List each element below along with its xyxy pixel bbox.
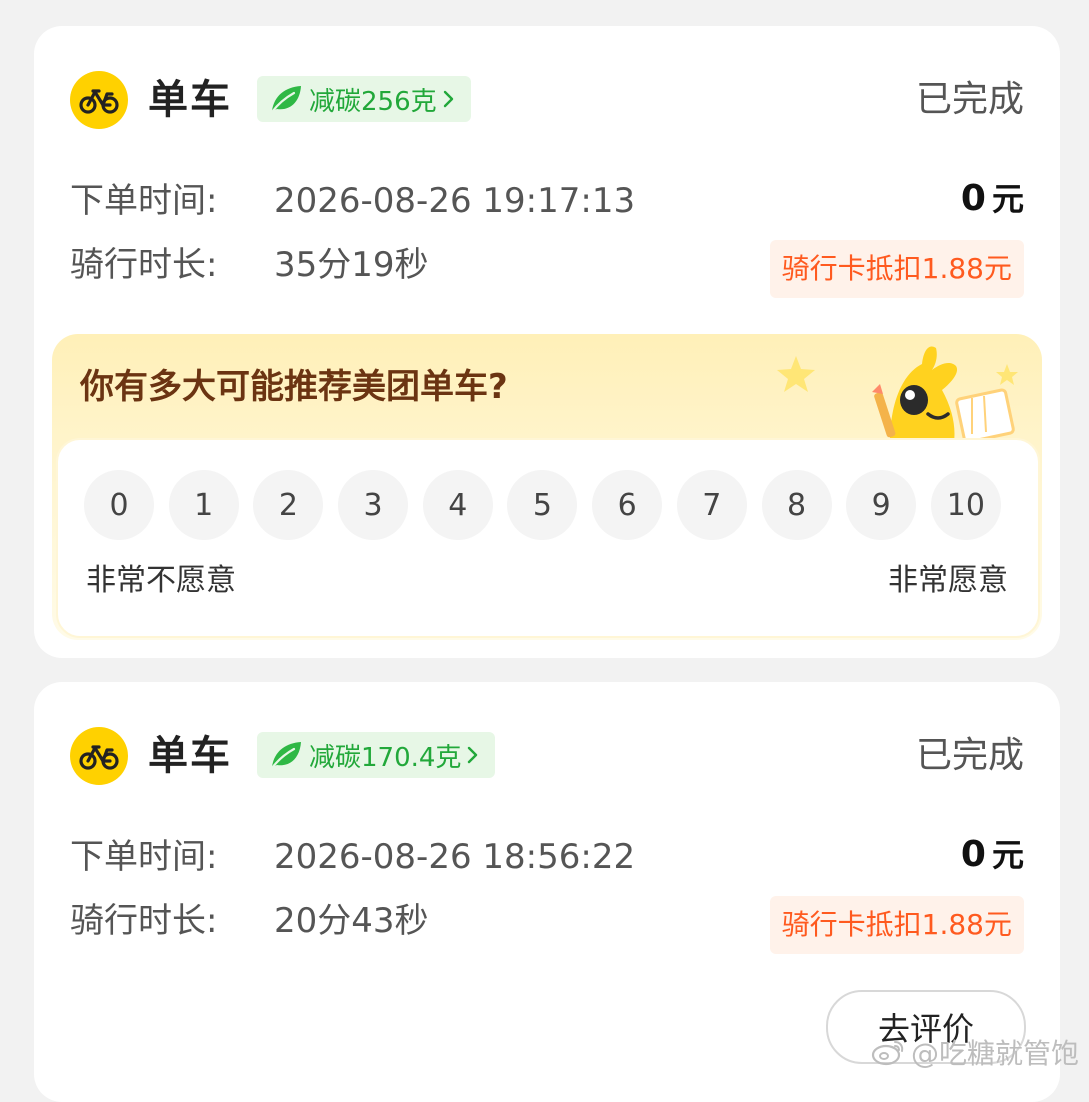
ride-duration-row: 骑行时长: 20分43秒 xyxy=(70,896,429,946)
ride-card-discount: 骑行卡抵扣1.88元 xyxy=(769,240,1024,298)
order-time-label: 下单时间: xyxy=(70,837,218,877)
survey-score-panel: 0 1 2 3 4 5 6 7 8 9 10 非常不愿意 非常愿意 xyxy=(56,438,1040,638)
order-title: 单车 xyxy=(148,733,232,779)
ride-card-discount: 骑行卡抵扣1.88元 xyxy=(769,896,1024,954)
order-status: 已完成 xyxy=(915,79,1024,120)
order-header: 单车 减碳170.4克 已完成 xyxy=(70,726,1024,786)
score-option-10[interactable]: 10 xyxy=(930,470,1001,540)
order-header: 单车 减碳256克 已完成 xyxy=(70,70,1024,130)
survey-question: 你有多大可能推荐美团单车? xyxy=(80,367,508,407)
score-option-1[interactable]: 1 xyxy=(168,470,239,540)
ride-duration-value: 20分43秒 xyxy=(274,901,429,941)
order-price: 0元 xyxy=(961,174,1024,224)
leaf-icon xyxy=(269,84,303,114)
chevron-right-icon xyxy=(443,89,455,109)
ride-duration-value: 35分19秒 xyxy=(274,245,429,285)
carbon-badge-text: 减碳170.4克 xyxy=(309,742,462,773)
watermark-text: @吃糖就管饱 xyxy=(910,1037,1079,1070)
leaf-icon xyxy=(269,740,303,770)
bike-icon xyxy=(70,727,128,785)
score-option-0[interactable]: 0 xyxy=(84,470,154,540)
carbon-reduction-badge[interactable]: 减碳256克 xyxy=(257,76,471,122)
price-amount: 0 xyxy=(960,834,986,875)
order-time-row: 下单时间: 2026-08-26 18:56:22 xyxy=(70,832,635,882)
score-high-label: 非常愿意 xyxy=(888,563,1008,598)
price-unit: 元 xyxy=(991,180,1024,218)
order-time-value: 2026-08-26 18:56:22 xyxy=(274,837,636,877)
score-option-4[interactable]: 4 xyxy=(422,470,493,540)
ride-duration-row: 骑行时长: 35分19秒 xyxy=(70,240,429,290)
order-status: 已完成 xyxy=(915,735,1024,776)
score-option-5[interactable]: 5 xyxy=(507,470,578,540)
score-option-8[interactable]: 8 xyxy=(761,470,832,540)
score-options: 0 1 2 3 4 5 6 7 8 9 10 xyxy=(84,470,1016,540)
score-option-9[interactable]: 9 xyxy=(846,470,917,540)
mascot-illustration xyxy=(762,334,1042,448)
order-time-row: 下单时间: 2026-08-26 19:17:13 xyxy=(70,176,635,226)
chevron-right-icon xyxy=(467,745,479,765)
score-low-label: 非常不愿意 xyxy=(86,563,236,598)
recommend-survey: 你有多大可能推荐美团单车? 0 1 2 3 4 5 6 7 8 9 10 非常不… xyxy=(52,334,1042,640)
price-amount: 0 xyxy=(960,178,986,219)
order-title: 单车 xyxy=(148,77,232,123)
watermark: @吃糖就管饱 xyxy=(871,1032,1079,1072)
bike-icon xyxy=(70,71,128,129)
score-option-2[interactable]: 2 xyxy=(253,470,324,540)
score-option-3[interactable]: 3 xyxy=(338,470,409,540)
score-option-6[interactable]: 6 xyxy=(592,470,663,540)
ride-duration-label: 骑行时长: xyxy=(70,245,218,285)
order-price: 0元 xyxy=(961,830,1024,880)
order-time-label: 下单时间: xyxy=(70,181,218,221)
order-time-value: 2026-08-26 19:17:13 xyxy=(274,181,636,221)
score-option-7[interactable]: 7 xyxy=(676,470,747,540)
order-card[interactable]: 单车 减碳256克 已完成 下单时间: 2026-08-26 19:17:13 骑… xyxy=(34,26,1060,658)
weibo-icon xyxy=(871,1038,905,1066)
price-unit: 元 xyxy=(991,836,1024,874)
carbon-reduction-badge[interactable]: 减碳170.4克 xyxy=(257,732,496,778)
ride-duration-label: 骑行时长: xyxy=(70,901,218,941)
carbon-badge-text: 减碳256克 xyxy=(309,86,437,117)
